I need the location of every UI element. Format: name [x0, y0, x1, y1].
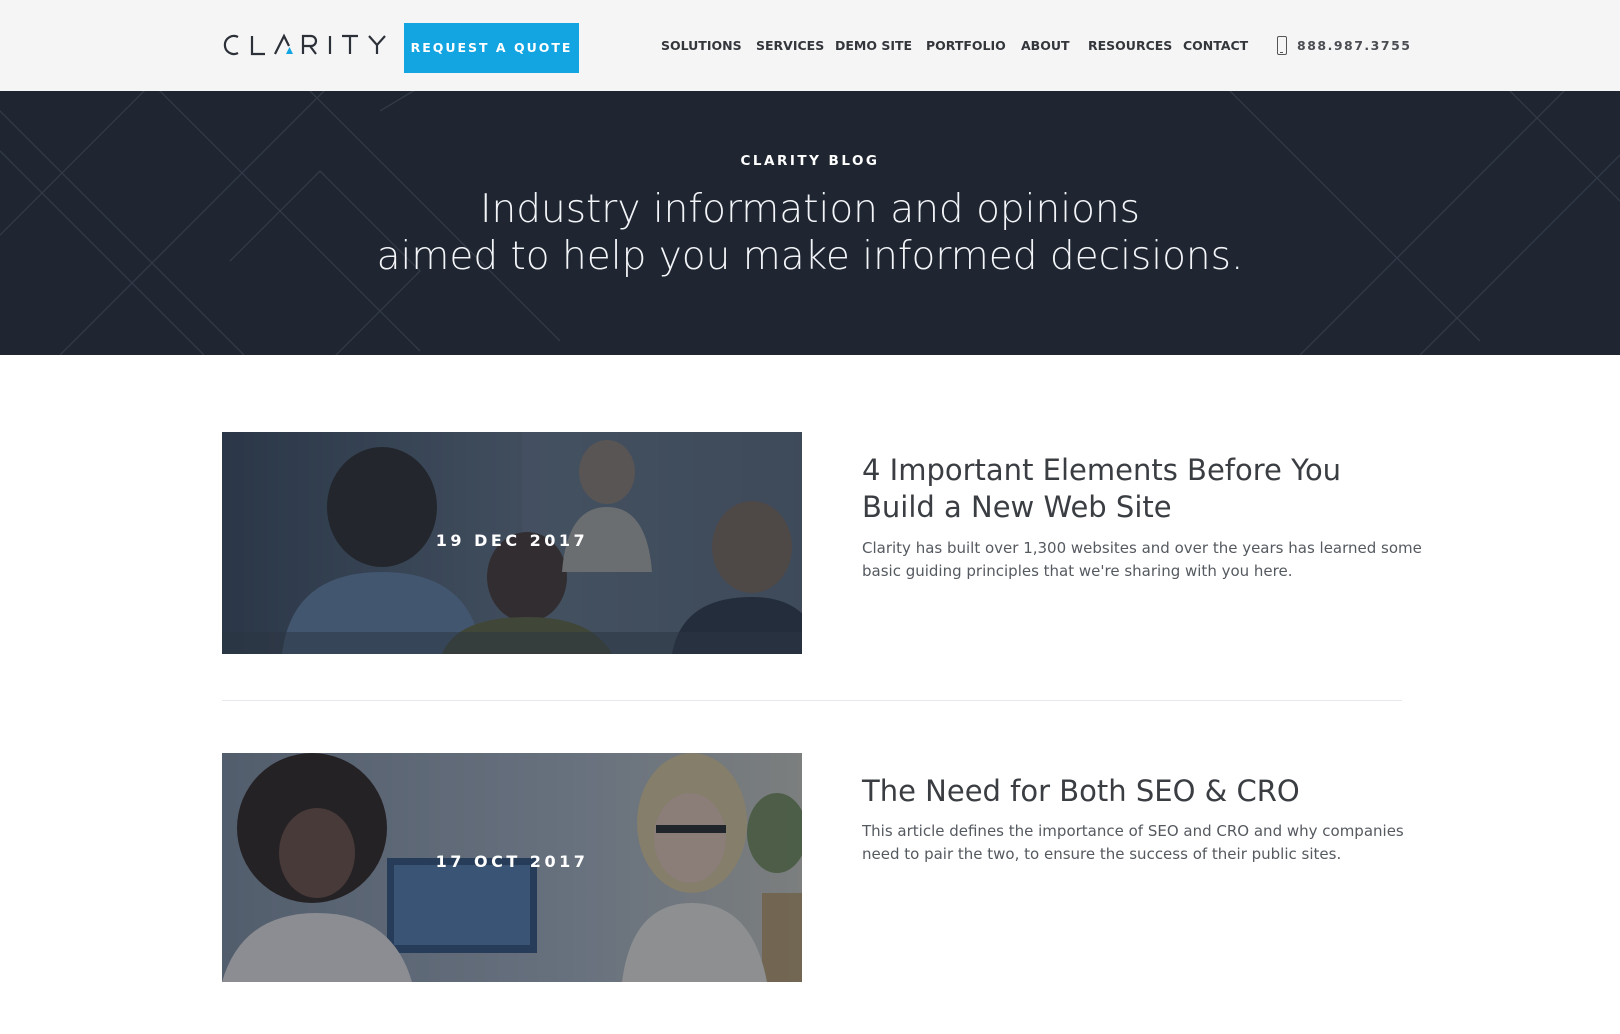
request-quote-button[interactable]: REQUEST A QUOTE: [404, 23, 579, 73]
clarity-logo-mark: [223, 33, 386, 56]
hero-title-line-2: aimed to help you make informed decision…: [376, 234, 1244, 279]
nav-about[interactable]: ABOUT: [1021, 38, 1088, 53]
blog-post-card: 19 DEC 2017 4 Important Elements Before …: [222, 432, 1422, 654]
nav-resources[interactable]: RESOURCES: [1088, 38, 1183, 53]
post-date: 19 DEC 2017: [435, 531, 589, 550]
hero-kicker: CLARITY BLOG: [740, 153, 880, 169]
post-excerpt: Clarity has built over 1,300 websites an…: [862, 539, 1422, 580]
main-nav: SOLUTIONS SERVICES DEMO SITE PORTFOLIO A…: [661, 38, 1263, 53]
post-thumbnail[interactable]: 19 DEC 2017: [222, 432, 802, 654]
hero-title-line-1: Industry information and opinions: [480, 187, 1140, 232]
nav-contact[interactable]: CONTACT: [1183, 38, 1263, 53]
nav-services[interactable]: SERVICES: [756, 38, 835, 53]
blog-post-card: 17 OCT 2017 The Need for Both SEO & CRO …: [222, 753, 1404, 982]
blog-hero: CLARITY BLOG Industry information and op…: [0, 91, 1620, 355]
nav-demo-site[interactable]: DEMO SITE: [835, 38, 926, 53]
post-title-link[interactable]: 4 Important Elements Before You Build a …: [862, 452, 1382, 526]
clarity-logo[interactable]: [222, 33, 398, 56]
post-date: 17 OCT 2017: [435, 852, 589, 871]
post-thumbnail[interactable]: 17 OCT 2017: [222, 753, 802, 982]
hero-title: Industry information and opinions aimed …: [0, 186, 1620, 280]
phone-number: 888.987.3755: [1297, 38, 1412, 53]
nav-portfolio[interactable]: PORTFOLIO: [926, 38, 1021, 53]
post-excerpt: This article defines the importance of S…: [862, 822, 1404, 863]
post-title-link[interactable]: The Need for Both SEO & CRO: [862, 773, 1382, 810]
phone-link[interactable]: 888.987.3755: [1277, 36, 1411, 55]
nav-solutions[interactable]: SOLUTIONS: [661, 38, 756, 53]
site-header: REQUEST A QUOTE SOLUTIONS SERVICES DEMO …: [0, 0, 1620, 91]
mobile-phone-icon: [1277, 36, 1287, 55]
post-divider: [222, 700, 1402, 701]
